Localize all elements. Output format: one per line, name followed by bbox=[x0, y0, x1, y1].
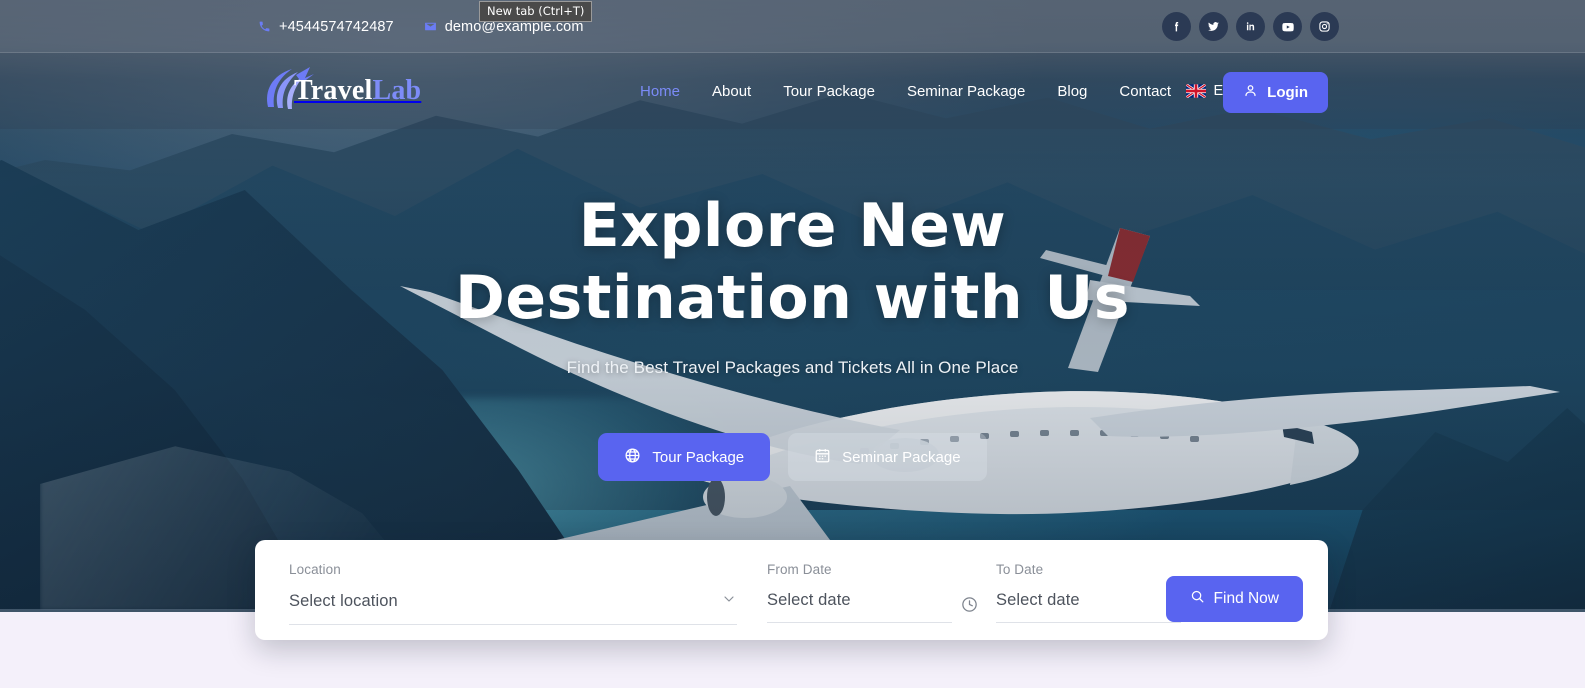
youtube-icon[interactable] bbox=[1273, 12, 1302, 41]
phone-icon bbox=[258, 20, 271, 33]
nav-item-contact[interactable]: Contact bbox=[1119, 83, 1171, 100]
top-contact-bar: +4544574742487 demo@example.com bbox=[0, 0, 1585, 53]
social-links bbox=[1162, 0, 1339, 53]
page-root: +4544574742487 demo@example.com New tab … bbox=[0, 0, 1585, 688]
find-now-label: Find Now bbox=[1213, 590, 1279, 607]
location-label: Location bbox=[289, 562, 341, 577]
logo-text: TravelLab bbox=[294, 75, 421, 107]
seminar-package-tab[interactable]: Seminar Package bbox=[788, 433, 987, 481]
hero-title-line-1: Explore New bbox=[578, 191, 1007, 261]
search-card: Location Select location From Date Selec… bbox=[255, 540, 1328, 640]
login-button[interactable]: Login bbox=[1223, 72, 1328, 113]
find-now-button[interactable]: Find Now bbox=[1165, 576, 1303, 622]
clock-icon bbox=[960, 595, 979, 619]
main-header: TravelLab Home About Tour Package Semina… bbox=[0, 53, 1585, 129]
twitter-icon[interactable] bbox=[1199, 12, 1228, 41]
to-date-label: To Date bbox=[996, 562, 1044, 577]
logo-primary: Travel bbox=[294, 75, 373, 106]
login-label: Login bbox=[1267, 84, 1308, 101]
nav-item-blog[interactable]: Blog bbox=[1057, 83, 1087, 100]
location-input[interactable]: Select location bbox=[289, 592, 713, 611]
main-navigation: Home About Tour Package Seminar Package … bbox=[640, 53, 1171, 129]
logo-accent: Lab bbox=[372, 75, 422, 106]
nav-item-tour-package[interactable]: Tour Package bbox=[783, 83, 875, 100]
calendar-icon bbox=[814, 447, 831, 468]
from-date-input[interactable]: Select date bbox=[767, 591, 952, 610]
to-date-field[interactable]: To Date Select date bbox=[962, 562, 1181, 623]
uk-flag-icon bbox=[1186, 84, 1207, 98]
browser-new-tab-tooltip: New tab (Ctrl+T) bbox=[479, 1, 593, 22]
envelope-icon bbox=[424, 20, 437, 33]
user-icon bbox=[1243, 83, 1258, 102]
tour-package-tab-label: Tour Package bbox=[652, 448, 745, 466]
from-date-label: From Date bbox=[767, 562, 832, 577]
globe-icon bbox=[624, 447, 641, 468]
location-field[interactable]: Location Select location bbox=[289, 562, 737, 625]
seminar-package-tab-label: Seminar Package bbox=[842, 448, 961, 466]
nav-item-about[interactable]: About bbox=[712, 83, 751, 100]
nav-item-home[interactable]: Home bbox=[640, 83, 680, 100]
phone-link[interactable]: +4544574742487 bbox=[258, 19, 394, 35]
phone-number: +4544574742487 bbox=[279, 18, 394, 35]
site-logo[interactable]: TravelLab bbox=[258, 65, 421, 117]
search-icon bbox=[1190, 589, 1205, 609]
hero-content: Explore New Destination with Us Find the… bbox=[0, 190, 1585, 481]
facebook-icon[interactable] bbox=[1162, 12, 1191, 41]
to-date-input[interactable]: Select date bbox=[996, 591, 1181, 610]
tour-package-tab[interactable]: Tour Package bbox=[598, 433, 771, 481]
nav-item-seminar-package[interactable]: Seminar Package bbox=[907, 83, 1025, 100]
hero-title-line-2: Destination with Us bbox=[455, 263, 1130, 333]
from-date-field[interactable]: From Date Select date bbox=[767, 562, 952, 623]
hero-subtitle: Find the Best Travel Packages and Ticket… bbox=[566, 358, 1019, 377]
linkedin-icon[interactable] bbox=[1236, 12, 1265, 41]
instagram-icon[interactable] bbox=[1310, 12, 1339, 41]
hero-package-tabs: Tour Package Seminar Package bbox=[0, 433, 1585, 481]
hero-title: Explore New Destination with Us bbox=[0, 190, 1585, 334]
chevron-down-icon[interactable] bbox=[721, 591, 737, 612]
